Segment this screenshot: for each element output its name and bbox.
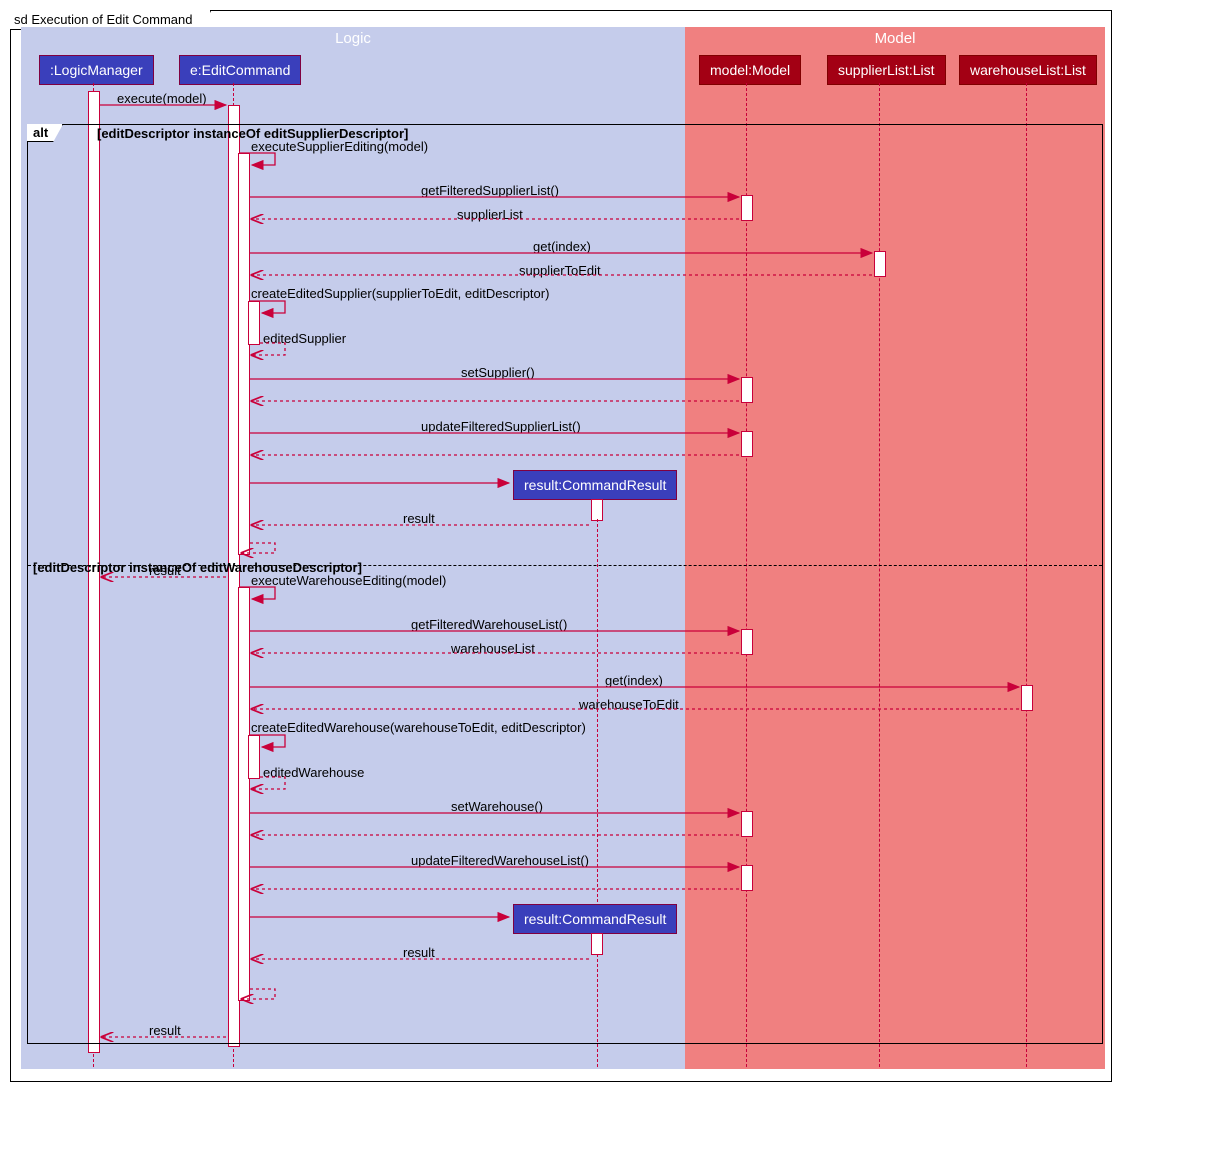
warehouse-list-header: warehouseList:List bbox=[959, 55, 1097, 85]
msg-result-1b: result bbox=[149, 563, 181, 578]
msg-edited-supplier: editedSupplier bbox=[263, 331, 346, 346]
msg-execute-warehouse: executeWarehouseEditing(model) bbox=[251, 573, 446, 588]
model-header: model:Model bbox=[699, 55, 801, 85]
msg-supplier-list: supplierList bbox=[457, 207, 523, 222]
msg-create-edited-supplier: createEditedSupplier(supplierToEdit, edi… bbox=[251, 286, 549, 301]
msg-edited-warehouse: editedWarehouse bbox=[263, 765, 364, 780]
msg-result-1: result bbox=[403, 511, 435, 526]
msg-warehouse-list: warehouseList bbox=[451, 641, 535, 656]
msg-set-supplier: setSupplier() bbox=[461, 365, 535, 380]
msg-warehouse-to-edit: warehouseToEdit bbox=[579, 697, 679, 712]
msg-get-index-2: get(index) bbox=[605, 673, 663, 688]
msg-get-filtered-supplier: getFilteredSupplierList() bbox=[421, 183, 559, 198]
msg-execute-supplier: executeSupplierEditing(model) bbox=[251, 139, 428, 154]
msg-set-warehouse: setWarehouse() bbox=[451, 799, 543, 814]
msg-supplier-to-edit: supplierToEdit bbox=[519, 263, 601, 278]
msg-update-filtered-warehouse: updateFilteredWarehouseList() bbox=[411, 853, 589, 868]
msg-get-filtered-warehouse: getFilteredWarehouseList() bbox=[411, 617, 567, 632]
alt-label: alt bbox=[27, 124, 63, 142]
msg-create-edited-warehouse: createEditedWarehouse(warehouseToEdit, e… bbox=[251, 720, 586, 735]
supplier-list-header: supplierList:List bbox=[827, 55, 946, 85]
alt-frame: alt bbox=[27, 124, 1103, 1044]
msg-get-index-1: get(index) bbox=[533, 239, 591, 254]
msg-execute: execute(model) bbox=[117, 91, 207, 106]
msg-result-2b: result bbox=[149, 1023, 181, 1038]
sequence-diagram: sd Execution of Edit Command Logic Model… bbox=[10, 10, 1112, 1082]
logic-package-title: Logic bbox=[22, 28, 684, 49]
msg-result-2: result bbox=[403, 945, 435, 960]
logic-manager-header: :LogicManager bbox=[39, 55, 154, 85]
edit-command-header: e:EditCommand bbox=[179, 55, 301, 85]
model-package-title: Model bbox=[686, 28, 1104, 49]
msg-update-filtered-supplier: updateFilteredSupplierList() bbox=[421, 419, 581, 434]
